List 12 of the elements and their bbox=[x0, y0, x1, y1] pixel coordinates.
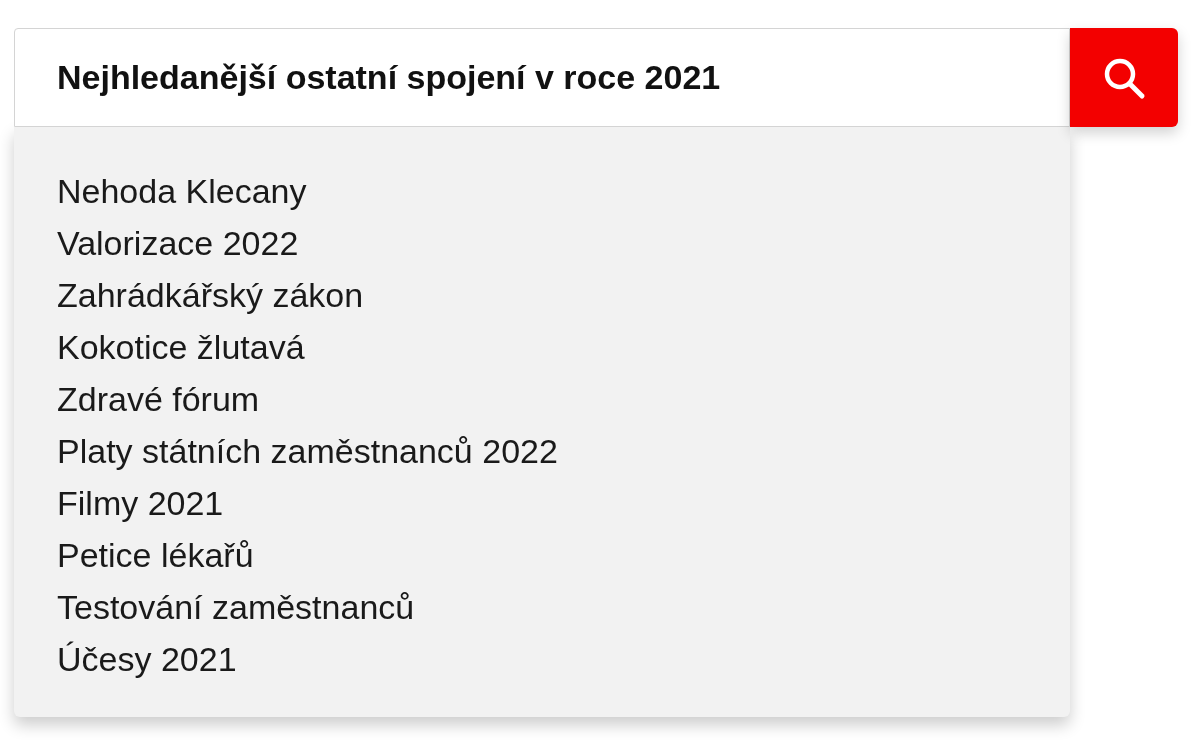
suggestion-link[interactable]: Zdravé fórum bbox=[57, 382, 260, 416]
search-button[interactable] bbox=[1070, 28, 1178, 127]
suggestion-link[interactable]: Valorizace 2022 bbox=[57, 226, 299, 260]
suggestion-link[interactable]: Testování zaměstnanců bbox=[57, 590, 415, 624]
suggestion-link[interactable]: Nehoda Klecany bbox=[57, 174, 307, 208]
suggestion-link[interactable]: Platy státních zaměstnanců 2022 bbox=[57, 434, 558, 468]
suggestion-link[interactable]: Zahrádkářský zákon bbox=[57, 278, 364, 312]
suggestion-link[interactable]: Filmy 2021 bbox=[57, 486, 224, 520]
suggestion-link[interactable]: Kokotice žlutavá bbox=[57, 330, 305, 364]
suggestion-link[interactable]: Účesy 2021 bbox=[57, 642, 237, 676]
suggestion-link[interactable]: Petice lékařů bbox=[57, 538, 254, 572]
heading: Nejhledanější ostatní spojení v roce 2021 bbox=[57, 57, 721, 98]
